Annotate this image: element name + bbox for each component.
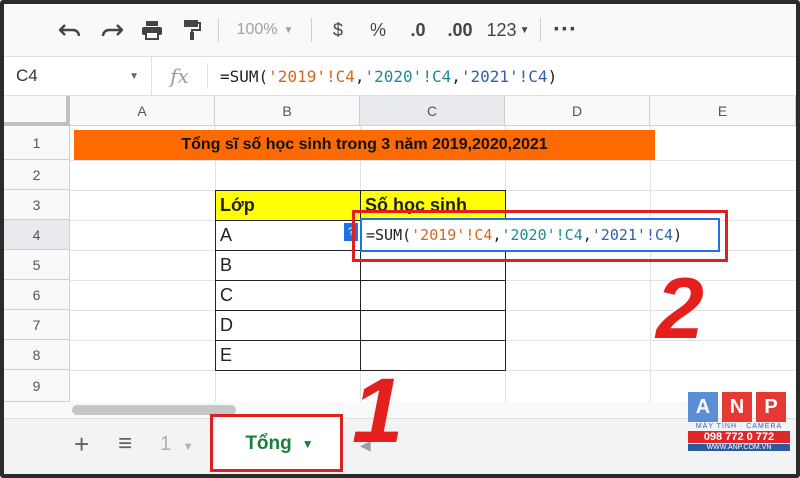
sheet-tab-partial-label: 1 <box>160 433 172 455</box>
increase-decimal-label: .00 <box>447 19 473 40</box>
class-cell-d[interactable]: D <box>215 310 361 341</box>
count-cell-d[interactable] <box>360 310 506 341</box>
class-cell-c[interactable]: C <box>215 280 361 311</box>
highlight-box-sheet-tab <box>210 414 343 472</box>
logo-phone: 098 772 0 772 <box>688 431 790 443</box>
logo-letter-p: P <box>756 392 786 422</box>
formula-prefix: =SUM( <box>220 66 269 86</box>
class-cell-b[interactable]: B <box>215 250 361 281</box>
name-box[interactable]: C4 ▼ <box>4 57 152 95</box>
sheet-tab-partial[interactable]: 1 ▼ <box>160 433 194 456</box>
chevron-down-icon: ▼ <box>182 441 194 453</box>
paint-format-button[interactable] <box>172 12 212 48</box>
logo-letter-n: N <box>722 392 752 422</box>
formula-suffix: ) <box>547 66 558 86</box>
count-cell-c[interactable] <box>360 280 506 311</box>
grid-line <box>650 126 651 402</box>
percent-button[interactable]: % <box>358 12 398 48</box>
all-sheets-button[interactable]: ≡ <box>118 430 132 458</box>
header-class-cell[interactable]: Lớp <box>215 190 361 221</box>
undo-button[interactable] <box>48 12 92 48</box>
formula-bar: C4 ▼ fx =SUM('2019'!C4,'2020'!C4,'2021'!… <box>4 56 796 96</box>
grid-line <box>70 160 796 161</box>
logo-letters: A N P <box>688 392 790 422</box>
chevron-down-icon: ▼ <box>129 70 139 82</box>
row-header-8[interactable]: 8 <box>4 340 70 370</box>
fx-icon: fx <box>152 63 208 89</box>
decrease-decimal-label: .0 <box>410 19 426 40</box>
add-sheet-button[interactable]: + <box>74 429 89 460</box>
column-header-d[interactable]: D <box>505 96 650 126</box>
column-header-b[interactable]: B <box>215 96 360 126</box>
sheet-title-cell[interactable]: Tổng sĩ số học sinh trong 3 năm 2019,202… <box>74 130 655 160</box>
column-header-a[interactable]: A <box>70 96 215 126</box>
currency-label: $ <box>332 19 343 40</box>
row-header-3[interactable]: 3 <box>4 190 70 220</box>
spreadsheet-grid: A B C D E 1 2 3 4 5 6 7 8 9 Tổng sĩ số h… <box>4 96 796 402</box>
step-label-1: 1 <box>352 360 404 462</box>
print-button[interactable] <box>132 12 172 48</box>
zoom-value: 100% <box>236 21 278 38</box>
column-header-e[interactable]: E <box>650 96 796 126</box>
more-formats-button[interactable]: 123 ▼ <box>482 12 534 48</box>
paint-format-icon <box>184 20 201 40</box>
toolbar-divider <box>311 18 312 42</box>
toolbar-divider <box>540 18 541 42</box>
logo-letter-a: A <box>688 392 718 422</box>
more-icon: ··· <box>553 16 577 43</box>
row-header-9[interactable]: 9 <box>4 370 70 402</box>
row-header-5[interactable]: 5 <box>4 250 70 280</box>
undo-icon <box>59 24 81 37</box>
class-cell-a[interactable]: A <box>215 220 361 251</box>
increase-decimal-button[interactable]: .00 <box>438 12 482 48</box>
row-header-2[interactable]: 2 <box>4 160 70 190</box>
formula-input[interactable]: =SUM('2019'!C4,'2020'!C4,'2021'!C4) <box>208 67 557 86</box>
more-formats-label: 123 <box>486 19 517 40</box>
currency-button[interactable]: $ <box>318 12 358 48</box>
chevron-down-icon: ▼ <box>283 24 294 36</box>
chevron-down-icon: ▼ <box>519 24 530 36</box>
formula-comma: , <box>354 66 365 86</box>
decrease-decimal-button[interactable]: .0 <box>398 12 438 48</box>
toolbar: 100% ▼ $ % .0 .00 123 ▼ ··· <box>4 4 796 56</box>
column-header-c[interactable]: C <box>360 96 505 126</box>
anp-watermark-logo: A N P MÁY TÍNH · CAMERA 098 772 0 772 WW… <box>688 392 790 451</box>
select-all-corner[interactable] <box>4 96 70 126</box>
row-header-1[interactable]: 1 <box>4 126 70 160</box>
zoom-select[interactable]: 100% ▼ <box>225 12 305 48</box>
redo-icon <box>101 24 123 37</box>
formula-ref-2019: '2019'!C4 <box>268 66 355 86</box>
row-header-4[interactable]: 4 <box>4 220 70 250</box>
logo-website: WWW.ANP.COM.VN <box>688 444 790 451</box>
row-header-7[interactable]: 7 <box>4 310 70 340</box>
more-button[interactable]: ··· <box>547 12 583 48</box>
percent-label: % <box>369 19 386 40</box>
cell-reference: C4 <box>16 66 38 85</box>
row-header-6[interactable]: 6 <box>4 280 70 310</box>
formula-ref-2021: '2021'!C4 <box>460 66 548 86</box>
redo-button[interactable] <box>92 12 132 48</box>
step-label-2: 2 <box>656 261 704 357</box>
toolbar-divider <box>218 18 219 42</box>
print-icon <box>142 21 162 40</box>
formula-ref-2020: '2020'!C4 <box>364 66 452 86</box>
class-cell-e[interactable]: E <box>215 340 361 371</box>
logo-tagline: MÁY TÍNH · CAMERA <box>695 423 783 430</box>
highlight-box-formula <box>352 210 728 262</box>
formula-comma: , <box>451 66 461 86</box>
